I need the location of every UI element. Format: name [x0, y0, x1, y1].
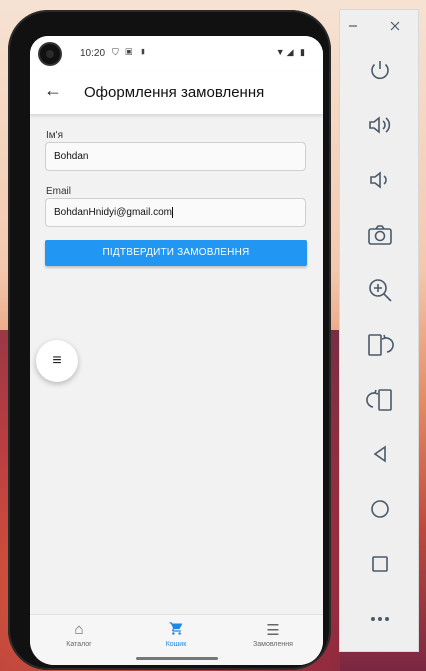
home-circle-icon[interactable] — [340, 499, 420, 519]
emulator-side-panel — [339, 9, 419, 652]
nav-item-cart[interactable]: Кошик — [136, 621, 216, 648]
overview-square-icon[interactable] — [340, 555, 420, 573]
volume-up-icon[interactable] — [340, 113, 420, 137]
nav-item-orders[interactable]: ☰ Замовлення — [233, 621, 313, 648]
front-camera — [40, 44, 60, 64]
list-icon: ☰ — [266, 622, 280, 639]
submit-order-button[interactable]: ПІДТВЕРДИТИ ЗАМОВЛЕННЯ — [45, 240, 307, 266]
name-label: Ім'я — [46, 130, 63, 141]
bottom-nav: ⌂ Каталог Кошик ☰ Замовлення — [30, 614, 323, 665]
menu-icon: ≡ — [52, 352, 62, 369]
nav-label-cart: Кошик — [165, 641, 187, 648]
status-notification-icons: ⛉ ▣ ▮ — [112, 47, 149, 57]
nav-label-catalog: Каталог — [66, 641, 92, 648]
camera-icon[interactable] — [340, 223, 420, 247]
status-time: 10:20 — [80, 48, 106, 59]
more-icon[interactable] — [340, 610, 420, 628]
power-icon[interactable] — [340, 58, 420, 82]
phone-frame: 10:20 ⛉ ▣ ▮ ▼◢ ▮ ← Оформлення замовлення… — [8, 10, 331, 670]
page-title: Оформлення замовлення — [84, 84, 265, 101]
app-bar: ← Оформлення замовлення — [30, 72, 323, 114]
gesture-handle[interactable] — [136, 657, 218, 660]
nav-item-catalog[interactable]: ⌂ Каталог — [39, 621, 119, 648]
name-value: Bohdan — [54, 151, 89, 162]
zoom-icon[interactable] — [340, 277, 420, 303]
back-icon[interactable] — [340, 444, 420, 464]
name-field[interactable]: Bohdan — [45, 142, 306, 171]
home-icon: ⌂ — [74, 621, 84, 638]
nav-label-orders: Замовлення — [253, 641, 293, 648]
email-field[interactable]: BohdanHnidyi@gmail.com — [45, 198, 306, 227]
email-value: BohdanHnidyi@gmail.com — [54, 207, 172, 219]
status-bar: 10:20 ⛉ ▣ ▮ ▼◢ ▮ — [30, 36, 323, 72]
cart-icon — [136, 621, 216, 639]
email-label: Email — [46, 186, 72, 197]
close-icon[interactable] — [370, 20, 420, 32]
status-signal-icons: ▼◢ ▮ — [275, 47, 307, 57]
text-caret — [171, 207, 173, 218]
back-arrow-icon[interactable]: ← — [44, 80, 62, 101]
rotate-left-icon[interactable] — [340, 332, 420, 358]
menu-fab[interactable]: ≡ — [36, 340, 78, 382]
rotate-right-icon[interactable] — [340, 387, 420, 413]
phone-screen: 10:20 ⛉ ▣ ▮ ▼◢ ▮ ← Оформлення замовлення… — [30, 36, 323, 665]
volume-down-icon[interactable] — [340, 168, 420, 192]
